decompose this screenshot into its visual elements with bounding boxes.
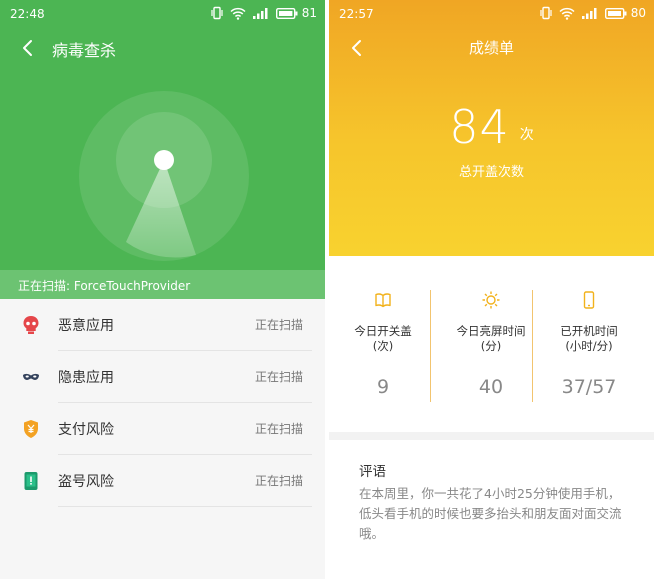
stat-uptime: 已开机时间 (小时/分) 37/57 [535,256,643,432]
stat-label-line1: 今日开关盖 [354,324,412,338]
nav-bar: 病毒查杀 [0,34,325,62]
radar-scan-graphic [79,91,249,261]
list-item-status: 正在扫描 [254,422,303,436]
report-card-screen: 22:57 80 成绩单 84 次 总开盖次数 今日开关盖 (次) 9 今日亮屏… [329,0,654,579]
page-title: 成绩单 [468,39,514,57]
stat-label-line2: (小时/分) [565,339,613,353]
status-time: 22:57 [339,7,374,21]
stat-label-line1: 今日亮屏时间 [456,324,526,338]
stat-divider [430,290,431,402]
stats-row: 今日开关盖 (次) 9 今日亮屏时间 (分) 40 已开机时间 (小时/分) 37/5… [329,256,654,432]
stat-value: 9 [376,376,390,398]
total-open-count-value: 84 [449,100,510,154]
status-bar: 22:57 80 [329,0,654,28]
virus-scan-screen: 22:48 81 病毒查杀 正在扫描: ForceTouchProvider 恶… [0,0,325,579]
list-item-account-theft-risk[interactable]: 盗号风险 正在扫描 [0,455,325,507]
signal-icon [252,7,268,19]
battery-icon [275,7,298,19]
nav-bar: 成绩单 [329,34,654,62]
book-icon [375,293,391,308]
list-divider [58,506,312,507]
stat-today-screen-time: 今日亮屏时间 (分) 40 [437,256,545,432]
back-arrow-icon[interactable] [18,38,38,58]
list-item-label: 隐患应用 [58,370,114,386]
list-item-payment-risk[interactable]: 支付风险 正在扫描 [0,403,325,455]
scanning-target-text: 正在扫描: ForceTouchProvider [18,279,191,293]
battery-level: 81 [301,6,317,20]
mask-icon [23,373,39,380]
battery: 80 [604,6,646,20]
total-open-count-unit: 次 [519,127,534,143]
phone-icon [583,291,595,309]
stat-label-line1: 已开机时间 [560,324,618,338]
list-item-malicious-apps[interactable]: 恶意应用 正在扫描 [0,299,325,351]
stat-value: 40 [478,376,504,398]
stat-today-cover-toggles: 今日开关盖 (次) 9 [329,256,437,432]
comment-title: 评语 [359,464,386,480]
stat-value: 37/57 [561,376,617,398]
sun-icon [482,291,500,309]
page-title: 病毒查杀 [52,41,117,60]
signal-icon [581,7,597,19]
total-open-count-label: 总开盖次数 [458,165,524,180]
list-item-label: 盗号风险 [58,474,114,490]
list-item-label: 支付风险 [58,422,114,438]
wifi-icon [559,7,575,20]
comment-card: 评语 在本周里，你一共花了4小时25分钟使用手机，低头看手机的时候也要多抬头和朋… [329,440,654,579]
stat-label-line2: (次) [372,339,394,353]
list-item-status: 正在扫描 [254,318,303,332]
list-item-risky-apps[interactable]: 隐患应用 正在扫描 [0,351,325,403]
vibrate-icon [540,6,552,20]
report-hero: 22:57 80 成绩单 84 次 总开盖次数 [329,0,654,256]
battery-icon [604,7,627,19]
scan-progress-bar: 正在扫描: ForceTouchProvider [0,270,325,299]
list-item-status: 正在扫描 [254,474,303,488]
phone-alert-icon [24,472,38,490]
list-item-label: 恶意应用 [58,318,114,334]
yen-shield-icon [24,420,38,438]
list-item-status: 正在扫描 [254,370,303,384]
total-open-count: 84 次 [329,100,654,154]
wifi-icon [230,7,246,20]
status-time: 22:48 [10,7,45,21]
battery: 81 [275,6,317,20]
scan-category-list: 恶意应用 正在扫描 隐患应用 正在扫描 支付风险 正在扫描 盗号风险 正在扫描 [0,299,325,507]
battery-level: 80 [630,6,646,20]
scan-hero: 22:48 81 病毒查杀 [0,0,325,270]
status-bar: 22:48 81 [0,0,325,28]
skull-icon [23,316,39,334]
vibrate-icon [211,6,223,20]
stat-divider [532,290,533,402]
comment-text: 在本周里，你一共花了4小时25分钟使用手机，低头看手机的时候也要多抬头和朋友面对… [359,486,622,541]
stat-label-line2: (分) [480,339,502,353]
